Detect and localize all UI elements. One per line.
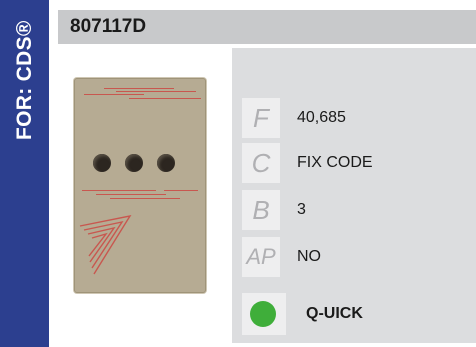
feature-indicator bbox=[242, 293, 286, 335]
product-code-title: 807117D bbox=[70, 16, 147, 37]
spec-row-buttons: B 3 bbox=[242, 190, 472, 230]
frequency-icon: F bbox=[242, 98, 280, 138]
product-image-panel bbox=[58, 48, 232, 343]
spec-row-code: C FIX CODE bbox=[242, 143, 472, 183]
header-bar: 807117D bbox=[58, 10, 476, 44]
remote-logo-icon bbox=[79, 214, 132, 275]
autoprogramming-icon: AP bbox=[242, 237, 280, 277]
brand-sidebar: FOR: CDS® bbox=[0, 0, 49, 347]
spec-row-frequency: F 40,685 bbox=[242, 98, 472, 138]
code-type-icon: C bbox=[242, 143, 280, 183]
frequency-value: 40,685 bbox=[297, 109, 346, 126]
code-type-value: FIX CODE bbox=[297, 154, 373, 171]
brand-label: FOR: CDS® bbox=[13, 20, 36, 140]
autoprogramming-value: NO bbox=[297, 248, 321, 265]
green-dot-icon bbox=[250, 301, 276, 327]
feature-label: Q-UICK bbox=[306, 305, 363, 322]
remote-control-image bbox=[74, 78, 206, 293]
spec-row-autoprogramming: AP NO bbox=[242, 237, 472, 277]
buttons-icon: B bbox=[242, 190, 280, 230]
specs-panel: F 40,685 C FIX CODE B 3 AP NO Q-UICK bbox=[232, 48, 476, 343]
buttons-value: 3 bbox=[297, 201, 306, 218]
feature-row: Q-UICK bbox=[242, 293, 472, 335]
